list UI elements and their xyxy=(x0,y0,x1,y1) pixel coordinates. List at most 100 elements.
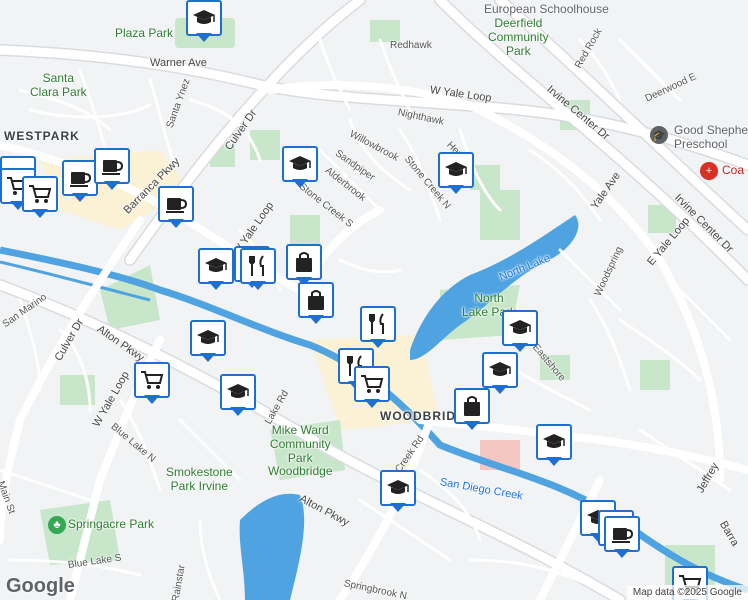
map-marker-school[interactable] xyxy=(282,146,318,190)
restaurant-icon xyxy=(249,255,264,276)
map-base xyxy=(0,0,748,600)
marker-tail xyxy=(168,219,184,228)
marker-tail xyxy=(104,181,120,190)
label-coast: Coa xyxy=(722,163,745,177)
school-icon xyxy=(543,434,565,448)
shopping-bag-icon xyxy=(296,252,312,272)
map-marker-cafe[interactable] xyxy=(94,148,130,192)
map-marker-shopping-cart[interactable] xyxy=(134,362,170,406)
map-marker-school[interactable] xyxy=(380,470,416,514)
shopping-cart-icon xyxy=(361,375,384,393)
marker-box xyxy=(360,306,396,342)
shopping-bag-icon xyxy=(308,290,324,310)
school-icon xyxy=(387,480,409,494)
marker-box xyxy=(198,248,234,284)
marker-tail xyxy=(448,185,464,194)
marker-tail xyxy=(546,457,562,466)
label-mike-ward-park: Mike Ward Community Park Woodbridge xyxy=(268,423,333,479)
marker-box xyxy=(482,352,518,388)
marker-box xyxy=(438,152,474,188)
marker-tail xyxy=(292,179,308,188)
label-westpark: WESTPARK xyxy=(4,129,80,143)
marker-tail xyxy=(464,421,480,430)
map-marker-school[interactable] xyxy=(502,310,538,354)
marker-box xyxy=(190,320,226,356)
school-icon xyxy=(227,384,249,398)
marker-box xyxy=(134,362,170,398)
marker-box xyxy=(380,470,416,506)
label-deerfield-park: Deerfield Community Park xyxy=(488,16,549,58)
school-icon xyxy=(489,362,511,376)
map-marker-restaurant[interactable] xyxy=(240,248,276,292)
marker-box xyxy=(186,0,222,36)
google-logo: Google xyxy=(6,575,75,597)
marker-box xyxy=(22,176,58,212)
park-poi-icon: ♣ xyxy=(48,516,66,534)
map-canvas[interactable]: European Schoolhouse Deerfield Community… xyxy=(0,0,748,600)
marker-box xyxy=(604,516,640,552)
marker-tail xyxy=(492,385,508,394)
label-good-shepherd: Good Shepherd Preschool xyxy=(674,123,748,151)
school-icon xyxy=(205,258,227,272)
map-marker-school[interactable] xyxy=(536,424,572,468)
cafe-icon xyxy=(102,160,124,175)
marker-box xyxy=(62,160,98,196)
school-icon xyxy=(193,10,215,24)
marker-tail xyxy=(308,315,324,324)
map-marker-cafe[interactable] xyxy=(158,186,194,230)
map-marker-shopping-cart[interactable] xyxy=(22,176,58,220)
marker-box xyxy=(220,374,256,410)
marker-tail xyxy=(32,209,48,218)
cafe-icon xyxy=(612,528,634,543)
cafe-icon xyxy=(70,172,92,187)
map-marker-cafe[interactable] xyxy=(62,160,98,204)
map-marker-cafe[interactable] xyxy=(604,516,640,560)
map-marker-restaurant[interactable] xyxy=(360,306,396,350)
marker-tail xyxy=(208,281,224,290)
marker-box xyxy=(286,244,322,280)
map-marker-school[interactable] xyxy=(220,374,256,418)
marker-tail xyxy=(390,503,406,512)
label-redhawk: Redhawk xyxy=(390,40,432,51)
label-plaza-park: Plaza Park xyxy=(115,26,174,40)
school-icon xyxy=(197,330,219,344)
map-marker-school[interactable] xyxy=(438,152,474,196)
cafe-icon xyxy=(166,198,188,213)
school-icon xyxy=(445,162,467,176)
marker-box xyxy=(536,424,572,460)
marker-tail xyxy=(200,353,216,362)
label-smokestone-park: Smokestone Park Irvine xyxy=(166,465,233,493)
shopping-cart-icon xyxy=(29,185,52,203)
restaurant-icon xyxy=(369,313,384,334)
marker-box xyxy=(354,366,390,402)
shopping-bag-icon xyxy=(464,396,480,416)
school-icon xyxy=(289,156,311,170)
map-attribution[interactable]: Map data ©2025 Google xyxy=(626,585,748,600)
marker-box xyxy=(94,148,130,184)
marker-box xyxy=(282,146,318,182)
marker-box xyxy=(240,248,276,284)
marker-tail xyxy=(614,549,630,558)
map-marker-shopping-cart[interactable] xyxy=(354,366,390,410)
marker-tail xyxy=(364,399,380,408)
marker-box xyxy=(502,310,538,346)
marker-box xyxy=(298,282,334,318)
marker-box xyxy=(158,186,194,222)
map-marker-school[interactable] xyxy=(186,0,222,44)
map-marker-school[interactable] xyxy=(190,320,226,364)
map-marker-school[interactable] xyxy=(198,248,234,292)
school-icon xyxy=(509,320,531,334)
label-european-schoolhouse: European Schoolhouse xyxy=(484,2,609,16)
marker-tail xyxy=(144,395,160,404)
marker-tail xyxy=(512,343,528,352)
marker-box xyxy=(454,388,490,424)
label-santa-clara-park: Santa Clara Park xyxy=(30,71,87,99)
marker-tail xyxy=(196,33,212,42)
marker-tail xyxy=(370,339,386,348)
marker-tail xyxy=(250,281,266,290)
map-marker-shopping-bag[interactable] xyxy=(454,388,490,432)
shopping-cart-icon xyxy=(141,371,164,389)
hospital-poi-icon: + xyxy=(700,162,718,180)
map-marker-shopping-bag[interactable] xyxy=(298,282,334,326)
label-springacre-park: Springacre Park xyxy=(68,517,155,531)
